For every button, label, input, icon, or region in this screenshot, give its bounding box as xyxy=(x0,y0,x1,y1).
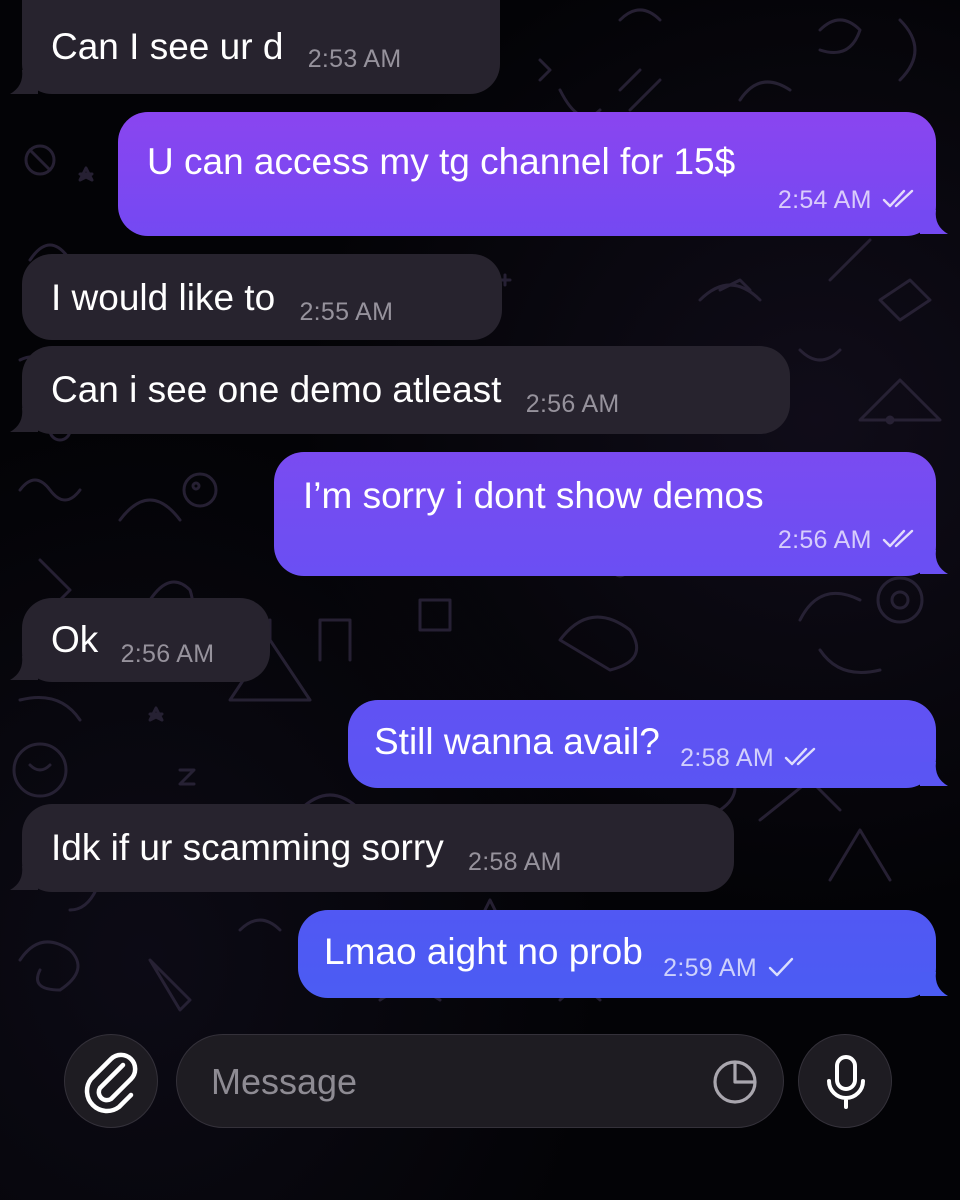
message-text: Still wanna avail? xyxy=(374,721,660,762)
message-text: Ok xyxy=(51,619,99,660)
message-text: Lmao aight no prob xyxy=(324,931,643,972)
message-bubble-outgoing[interactable]: Lmao aight no prob 2:59 AM xyxy=(298,910,948,998)
double-check-icon xyxy=(882,189,914,208)
message-input-field[interactable] xyxy=(176,1034,784,1128)
message-text: Idk if ur scamming sorry xyxy=(51,827,444,868)
message-bubble-outgoing[interactable]: I’m sorry i dont show demos 2:56 AM xyxy=(274,452,948,576)
message-bubble-incoming[interactable]: Ok 2:56 AM xyxy=(10,598,270,682)
attach-button[interactable] xyxy=(64,1034,158,1128)
message-text: Can I see ur d xyxy=(51,26,284,67)
message-bubble-incoming[interactable]: Can I see ur d 2:53 AM xyxy=(10,0,500,94)
paperclip-icon xyxy=(84,1052,138,1114)
bubble-tail xyxy=(10,866,38,890)
message-time: 2:58 AM xyxy=(680,744,774,772)
message-text: I’m sorry i dont show demos xyxy=(303,475,764,516)
bubble-tail xyxy=(920,550,948,574)
message-bubble-incoming[interactable]: Can i see one demo atleast 2:56 AM xyxy=(10,346,790,434)
bubble-tail xyxy=(920,972,948,996)
message-time: 2:56 AM xyxy=(525,390,620,418)
message-text: U can access my tg channel for 15$ xyxy=(147,141,736,182)
double-check-icon xyxy=(882,529,914,548)
microphone-icon xyxy=(827,1055,865,1109)
bubble-tail xyxy=(10,656,38,680)
message-bubble-incoming[interactable]: I would like to 2:55 AM xyxy=(22,254,502,340)
message-time: 2:59 AM xyxy=(663,954,757,982)
message-time: 2:53 AM xyxy=(307,45,402,73)
message-time: 2:54 AM xyxy=(777,186,872,214)
bubble-tail xyxy=(10,70,38,94)
message-bubble-outgoing[interactable]: U can access my tg channel for 15$ 2:54 … xyxy=(118,112,948,236)
message-time: 2:56 AM xyxy=(120,640,215,668)
bubble-tail xyxy=(920,210,948,234)
message-bubble-incoming[interactable]: Idk if ur scamming sorry 2:58 AM xyxy=(10,804,734,892)
message-time: 2:58 AM xyxy=(467,848,562,876)
bubble-tail xyxy=(920,762,948,786)
double-check-icon xyxy=(785,747,816,766)
single-check-icon xyxy=(769,957,794,977)
microphone-button[interactable] xyxy=(798,1034,892,1128)
message-bubble-outgoing[interactable]: Still wanna avail? 2:58 AM xyxy=(348,700,948,788)
bubble-tail xyxy=(10,408,38,432)
message-input[interactable] xyxy=(209,1055,693,1109)
message-time: 2:56 AM xyxy=(777,526,872,554)
message-text: Can i see one demo atleast xyxy=(51,369,502,410)
message-text: I would like to xyxy=(51,277,276,318)
message-time: 2:55 AM xyxy=(299,298,394,326)
sticker-icon[interactable] xyxy=(709,1056,761,1108)
